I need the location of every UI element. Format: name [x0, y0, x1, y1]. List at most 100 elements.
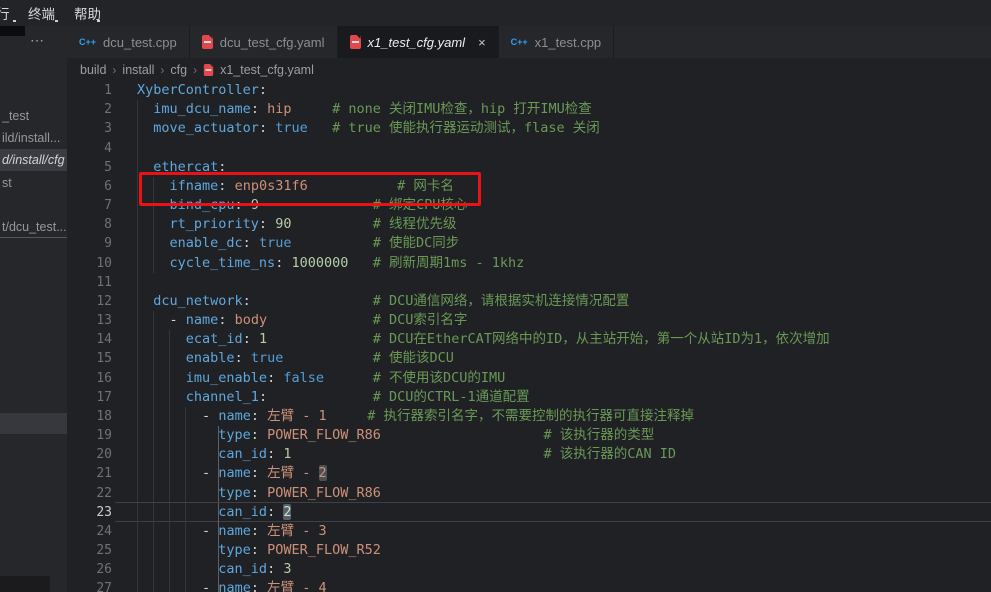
line-number[interactable]: 9: [67, 234, 112, 253]
code-line[interactable]: 9 enable_dc: true # 使能DC同步: [67, 234, 991, 253]
code-line[interactable]: 6 ifname: enp0s31f6 # 网卡名: [67, 177, 991, 196]
line-number[interactable]: 18: [67, 407, 112, 426]
line-number[interactable]: 10: [67, 254, 112, 273]
token-punct: :: [243, 235, 251, 251]
line-number[interactable]: 15: [67, 349, 112, 368]
token-punct: :: [251, 542, 259, 558]
line-number[interactable]: 25: [67, 541, 112, 560]
code-line[interactable]: 24 - name: 左臂 - 3: [67, 522, 991, 541]
indent-guide: [137, 503, 138, 522]
code-editor[interactable]: 1XyberController:2 imu_dcu_name: hip # n…: [67, 81, 991, 592]
token-ws: [251, 235, 259, 251]
line-number[interactable]: 5: [67, 158, 112, 177]
indent-guide: [137, 464, 138, 483]
line-number[interactable]: 14: [67, 330, 112, 349]
line-number[interactable]: 4: [67, 139, 112, 158]
line-number[interactable]: 6: [67, 177, 112, 196]
code-line[interactable]: 11: [67, 273, 991, 292]
token-ws: [259, 523, 267, 539]
code-line[interactable]: 10 cycle_time_ns: 1000000 # 刷新周期1ms - 1k…: [67, 254, 991, 273]
close-icon[interactable]: ×: [478, 35, 486, 50]
code-line[interactable]: 22 type: POWER_FLOW_R86: [67, 484, 991, 503]
code-line[interactable]: 4: [67, 139, 991, 158]
line-number[interactable]: 27: [67, 579, 112, 592]
code-line[interactable]: 16 imu_enable: false # 不使用该DCU的IMU: [67, 369, 991, 388]
indent-guide: [137, 369, 138, 388]
token-punct: :: [251, 408, 259, 424]
line-number[interactable]: 19: [67, 426, 112, 445]
sidebar-divider: [0, 237, 67, 238]
line-number[interactable]: 13: [67, 311, 112, 330]
line-number[interactable]: 8: [67, 215, 112, 234]
line-number[interactable]: 1: [67, 81, 112, 100]
indent-guide: [169, 560, 170, 579]
indent-guide: [153, 541, 154, 560]
tab-x1_test_cfg-yaml[interactable]: x1_test_cfg.yaml ×: [338, 26, 499, 58]
token-num: 1: [259, 331, 267, 347]
line-number[interactable]: 2: [67, 100, 112, 119]
line-number[interactable]: 17: [67, 388, 112, 407]
line-number[interactable]: 3: [67, 119, 112, 138]
active-indent-guide: [218, 560, 219, 579]
sidebar-item-selected[interactable]: d/install/cfg: [2, 153, 67, 167]
code-line[interactable]: 17 channel_1: # DCU的CTRL-1通道配置: [67, 388, 991, 407]
tab-x1_test-cpp[interactable]: C++ x1_test.cpp: [499, 26, 615, 58]
code-line[interactable]: 14 ecat_id: 1 # DCU在EtherCAT网络中的ID，从主站开始…: [67, 330, 991, 349]
code-line[interactable]: 3 move_actuator: true # true 使能执行器运动测试，f…: [67, 119, 991, 138]
code-text: cycle_time_ns: 1000000 # 刷新周期1ms - 1khz: [137, 254, 991, 273]
code-line[interactable]: 26 can_id: 3: [67, 560, 991, 579]
breadcrumb-build[interactable]: build: [80, 63, 106, 77]
code-line[interactable]: 27 - name: 左臂 - 4: [67, 579, 991, 592]
menu-item-terminal[interactable]: 终端: [28, 3, 55, 23]
code-line[interactable]: 2 imu_dcu_name: hip # none 关闭IMU检查，hip 打…: [67, 100, 991, 119]
sidebar-item[interactable]: t/dcu_test...: [2, 220, 67, 234]
indent-guide: [137, 541, 138, 560]
sidebar-item[interactable]: st: [2, 176, 67, 190]
sidebar-item[interactable]: ild/install...: [2, 131, 67, 145]
menu-item-run[interactable]: 行: [0, 3, 10, 23]
code-line[interactable]: 5 ethercat:: [67, 158, 991, 177]
indent-guide: [153, 330, 154, 349]
token-ws: [259, 408, 267, 424]
code-line[interactable]: 23 can_id: 2: [67, 503, 991, 522]
code-line[interactable]: 1XyberController:: [67, 81, 991, 100]
line-number[interactable]: 22: [67, 484, 112, 503]
menu-mnemonic-dot: [97, 20, 100, 22]
code-line[interactable]: 8 rt_priority: 90 # 线程优先级: [67, 215, 991, 234]
line-number[interactable]: 26: [67, 560, 112, 579]
indent-guide: [153, 369, 154, 388]
code-line[interactable]: 12 dcu_network: # DCU通信网络，请根据实机连接情况配置: [67, 292, 991, 311]
line-number[interactable]: 23: [67, 503, 112, 522]
tab-dcu_test-cpp[interactable]: C++ dcu_test.cpp: [67, 26, 190, 58]
indent-guide: [137, 445, 138, 464]
indent-guide: [153, 177, 154, 196]
line-number[interactable]: 24: [67, 522, 112, 541]
code-line[interactable]: 13 - name: body # DCU索引名字: [67, 311, 991, 330]
code-line[interactable]: 15 enable: true # 使能该DCU: [67, 349, 991, 368]
indent-guide: [169, 541, 170, 560]
code-line[interactable]: 25 type: POWER_FLOW_R52: [67, 541, 991, 560]
breadcrumb-cfg[interactable]: cfg: [170, 63, 187, 77]
code-line[interactable]: 19 type: POWER_FLOW_R86 # 该执行器的类型: [67, 426, 991, 445]
breadcrumb-install[interactable]: install: [122, 63, 154, 77]
line-number[interactable]: 7: [67, 196, 112, 215]
more-actions-icon[interactable]: ⋯: [30, 32, 46, 49]
line-number[interactable]: 11: [67, 273, 112, 292]
breadcrumb-file[interactable]: x1_test_cfg.yaml: [220, 63, 314, 77]
sidebar-highlight-band[interactable]: [0, 413, 67, 434]
token-punct: :: [251, 427, 259, 443]
indent-guide: [185, 541, 186, 560]
line-number[interactable]: 12: [67, 292, 112, 311]
tab-dcu_test_cfg-yaml[interactable]: dcu_test_cfg.yaml: [190, 26, 338, 58]
token-com: # 绑定CPU核心: [373, 197, 468, 213]
line-number[interactable]: 21: [67, 464, 112, 483]
code-line[interactable]: 18 - name: 左臂 - 1 # 执行器索引名字，不需要控制的执行器可直接…: [67, 407, 991, 426]
sidebar-item[interactable]: _test: [2, 109, 67, 123]
line-number[interactable]: 20: [67, 445, 112, 464]
line-number[interactable]: 16: [67, 369, 112, 388]
code-line[interactable]: 20 can_id: 1 # 该执行器的CAN ID: [67, 445, 991, 464]
code-line[interactable]: 7 bind_cpu: 9 # 绑定CPU核心: [67, 196, 991, 215]
indent-guide: [137, 215, 138, 234]
token-str: POWER_FLOW_R86: [267, 485, 381, 501]
code-line[interactable]: 21 - name: 左臂 - 2: [67, 464, 991, 483]
